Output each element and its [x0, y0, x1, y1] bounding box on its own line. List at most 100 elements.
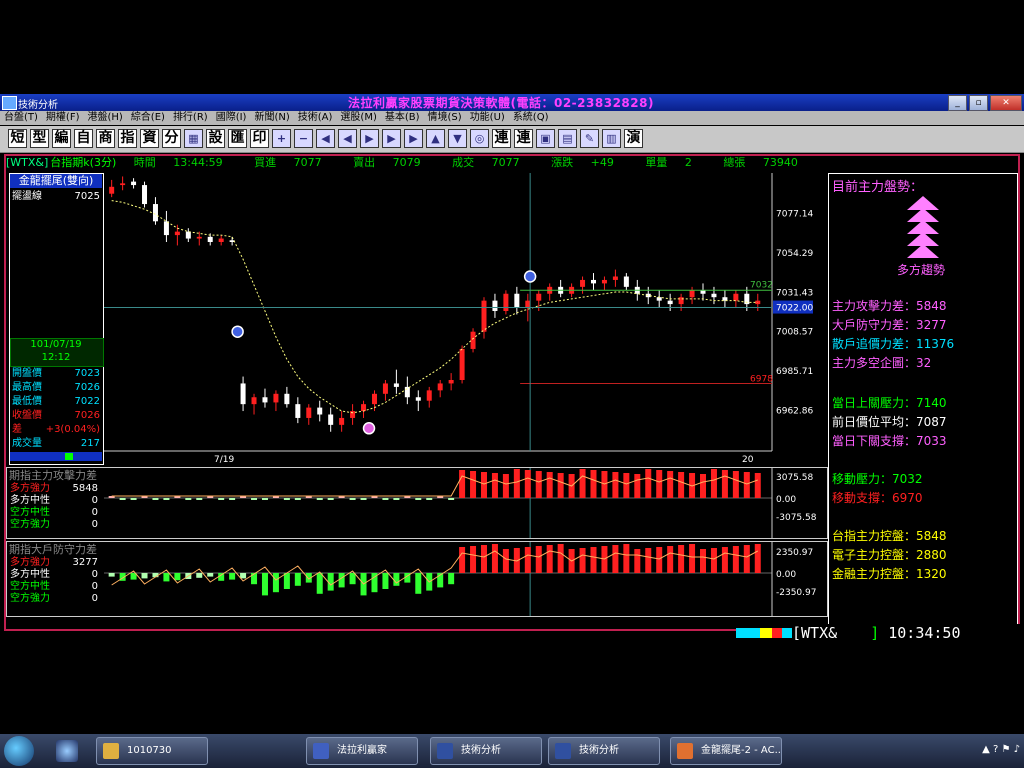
attack-force-chart[interactable]: 3075.58 0.00 -3075.58: [104, 468, 826, 538]
play-button[interactable]: 演: [624, 129, 643, 148]
fast-right-icon[interactable]: ▶: [382, 129, 401, 148]
toolbar-button-3[interactable]: 自: [74, 129, 93, 148]
x-tick-label: 20: [742, 455, 754, 465]
y-tick-label: 6985.71: [776, 367, 813, 377]
histogram-bar: [251, 573, 258, 585]
toolbar-button-b2[interactable]: 印: [250, 129, 269, 148]
menu-item-7[interactable]: 技術(A): [294, 111, 337, 125]
histogram-bar: [349, 573, 356, 585]
menu-item-6[interactable]: 新聞(N): [250, 111, 293, 125]
quote-label: 最高價: [12, 382, 42, 393]
toolbar-button-5[interactable]: 指: [118, 129, 137, 148]
zoom-out-icon[interactable]: −: [294, 129, 313, 148]
menu-item-3[interactable]: 綜合(E): [127, 111, 169, 125]
legend-row: 多方中性 0: [10, 495, 98, 506]
toolbar-button-4[interactable]: 商: [96, 129, 115, 148]
candle-body: [426, 390, 432, 401]
taskbar-app-icon: [103, 743, 119, 759]
resistance-label: 7032: [750, 280, 773, 290]
oscillator-row: 擺盪線 7025: [12, 190, 100, 203]
toolbar-link-1[interactable]: 連: [514, 129, 533, 148]
taskbar-item[interactable]: 法拉利贏家: [306, 737, 418, 765]
candlestick-chart[interactable]: 7077.14 7054.29 7031.43 7008.57 6985.71 6962.…: [104, 173, 826, 465]
tools-icon[interactable]: ✎: [580, 129, 599, 148]
system-tray[interactable]: ▲ ? ⚑ ♪: [982, 744, 1020, 755]
up-icon[interactable]: ▲: [426, 129, 445, 148]
quote-row: 最低價 7022: [12, 395, 100, 408]
defense-force-chart[interactable]: 2350.97 0.00 -2350.97: [104, 542, 826, 616]
candle-body: [207, 236, 213, 242]
histogram-bar: [459, 547, 466, 573]
lock-icon[interactable]: ▤: [558, 129, 577, 148]
clock-box: [WTX& ] 10:34:50: [792, 624, 1020, 642]
clock: 10:34:50: [888, 624, 961, 642]
candle-body: [580, 279, 586, 287]
histogram-bar: [754, 473, 761, 498]
minimize-button[interactable]: _: [948, 95, 967, 111]
trend-heading: 目前主力盤勢：: [832, 180, 924, 195]
candle-body: [448, 380, 454, 384]
histogram-bar: [590, 470, 597, 498]
trend-metric: 散戶追價力差：11376: [832, 337, 955, 351]
zoom-in-icon[interactable]: +: [272, 129, 291, 148]
end-icon[interactable]: ▶: [404, 129, 423, 148]
histogram-bar: [513, 469, 520, 498]
candle-body: [273, 393, 279, 403]
chart-icon[interactable]: ▦: [184, 129, 203, 148]
y-tick-label: 7054.29: [776, 249, 813, 259]
histogram-bar: [196, 573, 203, 578]
candle-body: [689, 290, 695, 298]
legend-value: 5848: [72, 483, 98, 494]
menu-item-12[interactable]: 系統(Q): [509, 111, 553, 125]
fast-left-icon[interactable]: ◀: [338, 129, 357, 148]
taskbar-item[interactable]: 技術分析: [548, 737, 660, 765]
quote-value: 7026: [74, 382, 100, 393]
toolbar-button-1[interactable]: 型: [30, 129, 49, 148]
taskbar-item[interactable]: 1010730: [96, 737, 208, 765]
target-icon[interactable]: ◎: [470, 129, 489, 148]
toolbar-button-6[interactable]: 資: [140, 129, 159, 148]
start-button[interactable]: [4, 736, 34, 766]
histogram-bar: [393, 498, 400, 500]
menu-item-10[interactable]: 情境(S): [424, 111, 466, 125]
taskbar-item[interactable]: 金龍擺尾-2 - AC...: [670, 737, 782, 765]
y-tick-label: 7008.57: [776, 328, 813, 338]
edit-icon[interactable]: ▥: [602, 129, 621, 148]
right-icon[interactable]: ▶: [360, 129, 379, 148]
grid-icon[interactable]: ▣: [536, 129, 555, 148]
close-button[interactable]: ✕: [990, 95, 1022, 111]
histogram-bar: [261, 573, 268, 596]
taskbar-item[interactable]: 技術分析: [430, 737, 542, 765]
toolbar-button-7[interactable]: 分: [162, 129, 181, 148]
trend-label: 多方趨勢: [897, 263, 946, 277]
candle-body: [262, 397, 268, 403]
toolbar-button-b1[interactable]: 匯: [228, 129, 247, 148]
toolbar-button-0[interactable]: 短: [8, 129, 27, 148]
histogram-bar: [229, 498, 236, 500]
toolbar-button-b0[interactable]: 設: [206, 129, 225, 148]
menu-item-11[interactable]: 功能(U): [466, 111, 509, 125]
menu-item-8[interactable]: 選股(M): [336, 111, 380, 125]
menu-item-0[interactable]: 台盤(T): [0, 111, 42, 125]
candle-body: [536, 293, 542, 301]
histogram-bar: [283, 498, 290, 500]
menu-item-4[interactable]: 排行(R): [169, 111, 212, 125]
quote-value: 7022: [74, 396, 100, 407]
legend-row: 空方強力 0: [10, 593, 98, 604]
legend-value: 0: [91, 507, 98, 518]
toolbar-button-2[interactable]: 編: [52, 129, 71, 148]
menu-item-2[interactable]: 港盤(H): [83, 111, 126, 125]
indicator-title[interactable]: 金龍擺尾(雙向): [10, 174, 102, 188]
y-tick-label: 7077.14: [776, 209, 813, 219]
menu-item-5[interactable]: 國際(I): [212, 111, 251, 125]
menu-item-9[interactable]: 基本(B): [381, 111, 424, 125]
menu-item-1[interactable]: 期權(F): [42, 111, 84, 125]
toolbar-link-0[interactable]: 連: [492, 129, 511, 148]
ie-icon[interactable]: [56, 740, 78, 762]
legend-value: 0: [91, 519, 98, 530]
taskbar-item-label: 法拉利贏家: [337, 745, 387, 756]
down-icon[interactable]: ▼: [448, 129, 467, 148]
app-window: 技術分析 法拉利贏家股票期貨決策軟體(電話：02-23832828) _ ▫ ✕…: [0, 94, 1024, 768]
restore-button[interactable]: ▫: [969, 95, 988, 111]
left-icon[interactable]: ◀: [316, 129, 335, 148]
